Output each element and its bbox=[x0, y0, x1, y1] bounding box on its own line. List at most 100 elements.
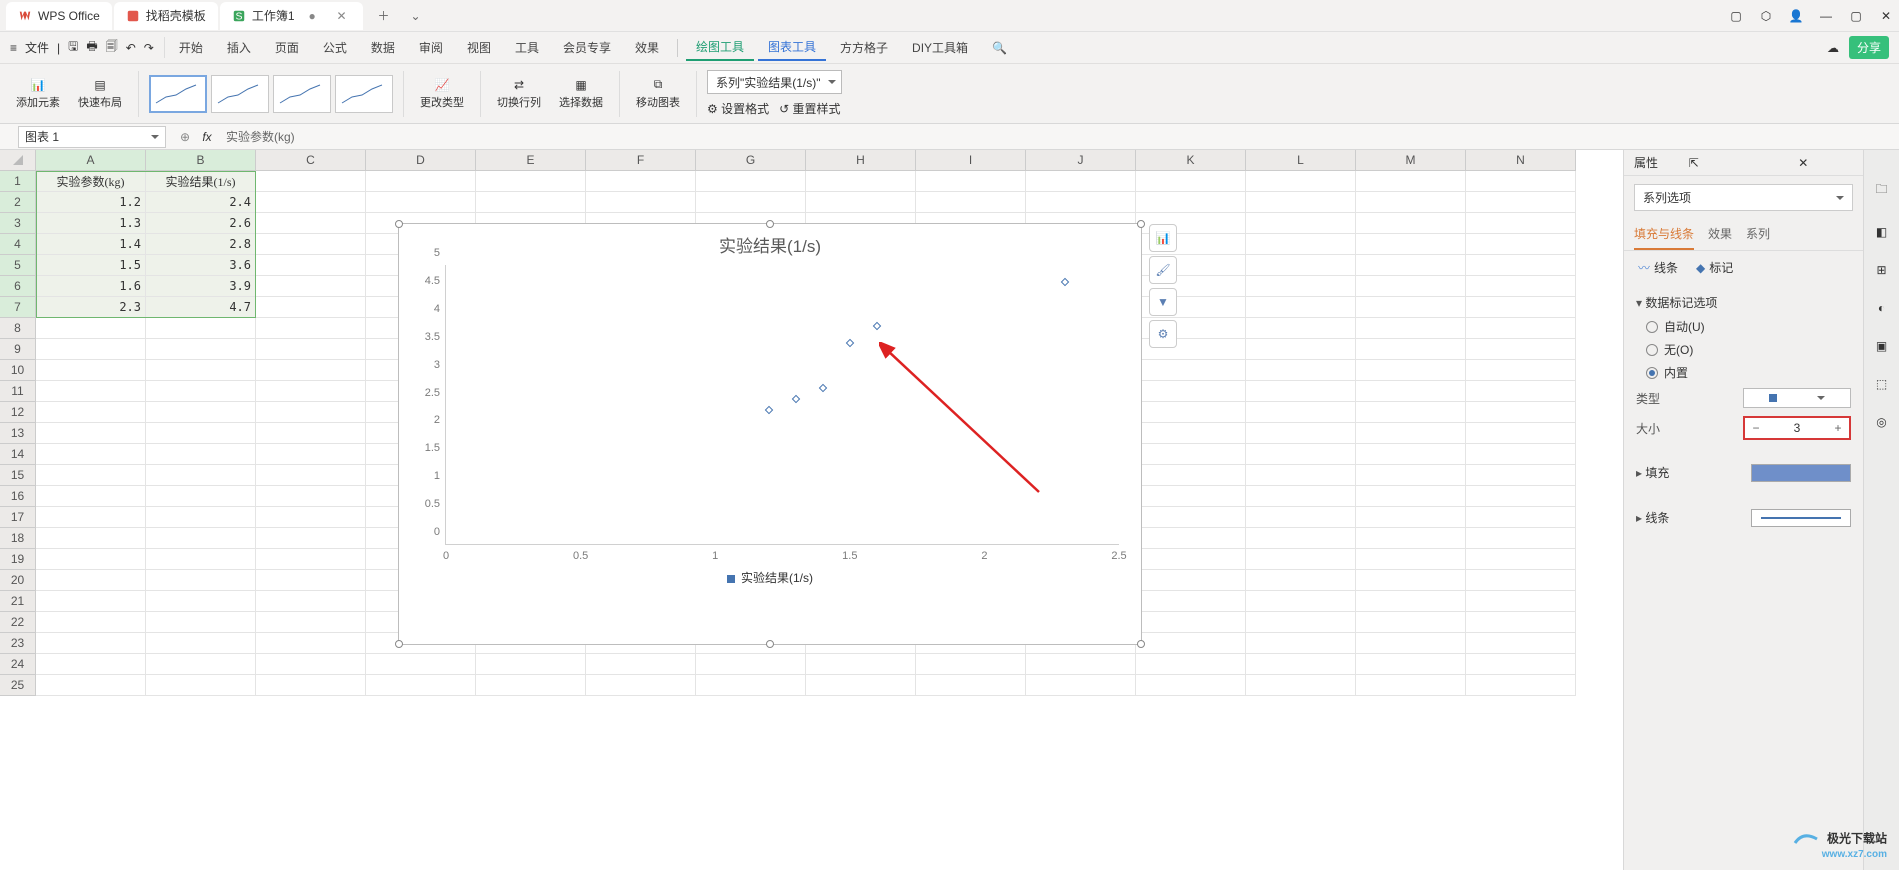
marker-type-dropdown[interactable] bbox=[1743, 388, 1851, 408]
cell[interactable] bbox=[1246, 423, 1356, 444]
menu-page[interactable]: 页面 bbox=[265, 35, 309, 60]
marker-size-stepper[interactable]: − 3 + bbox=[1743, 416, 1851, 440]
cell[interactable] bbox=[256, 402, 366, 423]
cell[interactable] bbox=[256, 171, 366, 192]
chart-handle-ne[interactable] bbox=[1137, 220, 1145, 228]
line-style-swatch[interactable] bbox=[1751, 509, 1851, 527]
cell[interactable] bbox=[1356, 507, 1466, 528]
cell[interactable] bbox=[256, 444, 366, 465]
set-format-button[interactable]: ⚙ 设置格式 bbox=[707, 100, 769, 117]
cell[interactable] bbox=[256, 675, 366, 696]
menu-review[interactable]: 审阅 bbox=[409, 35, 453, 60]
menu-insert[interactable]: 插入 bbox=[217, 35, 261, 60]
chart-handle-nw[interactable] bbox=[395, 220, 403, 228]
cell[interactable] bbox=[146, 381, 256, 402]
maximize-button[interactable]: ▢ bbox=[1849, 9, 1863, 23]
menu-view[interactable]: 视图 bbox=[457, 35, 501, 60]
row-header-11[interactable]: 11 bbox=[0, 381, 36, 402]
select-data-button[interactable]: ▦选择数据 bbox=[553, 78, 609, 110]
cell[interactable] bbox=[1356, 402, 1466, 423]
cell[interactable] bbox=[146, 360, 256, 381]
cell[interactable] bbox=[146, 465, 256, 486]
cell[interactable]: 4.7 bbox=[146, 297, 256, 318]
right-tool-7-icon[interactable]: ◎ bbox=[1876, 415, 1886, 429]
cell[interactable] bbox=[1136, 486, 1246, 507]
cell[interactable] bbox=[1136, 423, 1246, 444]
cell[interactable] bbox=[1466, 675, 1576, 696]
cell[interactable] bbox=[1466, 360, 1576, 381]
cell[interactable] bbox=[36, 381, 146, 402]
cell[interactable] bbox=[1246, 570, 1356, 591]
cell[interactable] bbox=[36, 402, 146, 423]
cell[interactable] bbox=[1026, 171, 1136, 192]
cell[interactable] bbox=[1246, 297, 1356, 318]
fx-icon[interactable]: fx bbox=[196, 130, 218, 144]
cell[interactable] bbox=[1136, 465, 1246, 486]
cell[interactable] bbox=[586, 654, 696, 675]
cell[interactable] bbox=[1246, 528, 1356, 549]
cell[interactable] bbox=[1466, 633, 1576, 654]
cell[interactable] bbox=[806, 171, 916, 192]
tab-menu-chevron-icon[interactable]: ⌄ bbox=[403, 3, 429, 29]
change-type-button[interactable]: 📈更改类型 bbox=[414, 78, 470, 110]
right-tool-6-icon[interactable]: ⬚ bbox=[1876, 377, 1887, 391]
cell[interactable] bbox=[1246, 654, 1356, 675]
cell[interactable] bbox=[1356, 297, 1466, 318]
app-menu-icon[interactable]: ≡ bbox=[10, 41, 17, 55]
cell[interactable] bbox=[1136, 360, 1246, 381]
cell[interactable] bbox=[916, 171, 1026, 192]
cell[interactable] bbox=[146, 528, 256, 549]
cell[interactable] bbox=[256, 654, 366, 675]
fill-header[interactable]: ▸ 填充 bbox=[1636, 460, 1669, 485]
subtab-marker[interactable]: ◆ 标记 bbox=[1696, 259, 1733, 276]
cell[interactable]: 2.8 bbox=[146, 234, 256, 255]
menu-tools[interactable]: 工具 bbox=[505, 35, 549, 60]
cell[interactable] bbox=[696, 192, 806, 213]
cell[interactable] bbox=[36, 549, 146, 570]
cell[interactable] bbox=[1466, 276, 1576, 297]
cell[interactable] bbox=[1136, 675, 1246, 696]
cell[interactable] bbox=[256, 192, 366, 213]
cell[interactable] bbox=[1356, 654, 1466, 675]
menu-chart-tools[interactable]: 图表工具 bbox=[758, 34, 826, 61]
row-header-5[interactable]: 5 bbox=[0, 255, 36, 276]
cell[interactable]: 2.3 bbox=[36, 297, 146, 318]
size-value[interactable]: 3 bbox=[1767, 421, 1827, 435]
cell[interactable] bbox=[1466, 192, 1576, 213]
series-dropdown[interactable]: 系列"实验结果(1/s)" bbox=[707, 70, 842, 94]
cell[interactable] bbox=[1356, 675, 1466, 696]
cell[interactable] bbox=[1136, 444, 1246, 465]
cell[interactable] bbox=[1246, 402, 1356, 423]
chart-point[interactable] bbox=[792, 395, 800, 403]
cell[interactable] bbox=[1356, 591, 1466, 612]
cell[interactable] bbox=[256, 339, 366, 360]
cell[interactable] bbox=[1136, 591, 1246, 612]
cell[interactable] bbox=[366, 675, 476, 696]
cell[interactable] bbox=[1026, 675, 1136, 696]
cell[interactable]: 3.9 bbox=[146, 276, 256, 297]
cell[interactable] bbox=[1246, 465, 1356, 486]
radio-none[interactable]: 无(O) bbox=[1636, 338, 1851, 361]
cell[interactable] bbox=[1356, 570, 1466, 591]
cell[interactable] bbox=[1466, 612, 1576, 633]
cell[interactable] bbox=[476, 192, 586, 213]
cell[interactable] bbox=[1466, 213, 1576, 234]
cell[interactable] bbox=[256, 297, 366, 318]
menu-ffgz[interactable]: 方方格子 bbox=[830, 35, 898, 60]
cell[interactable] bbox=[256, 612, 366, 633]
cell[interactable] bbox=[1246, 360, 1356, 381]
row-header-17[interactable]: 17 bbox=[0, 507, 36, 528]
row-header-14[interactable]: 14 bbox=[0, 444, 36, 465]
cell[interactable] bbox=[1246, 276, 1356, 297]
col-header-C[interactable]: C bbox=[256, 150, 366, 171]
cell[interactable] bbox=[1356, 360, 1466, 381]
cell[interactable]: 1.6 bbox=[36, 276, 146, 297]
cell[interactable] bbox=[1026, 192, 1136, 213]
col-header-B[interactable]: B bbox=[146, 150, 256, 171]
size-increase-button[interactable]: + bbox=[1827, 421, 1849, 435]
chart-point[interactable] bbox=[765, 406, 773, 414]
col-header-I[interactable]: I bbox=[916, 150, 1026, 171]
cell[interactable] bbox=[36, 360, 146, 381]
menu-start[interactable]: 开始 bbox=[169, 35, 213, 60]
cell[interactable] bbox=[36, 444, 146, 465]
